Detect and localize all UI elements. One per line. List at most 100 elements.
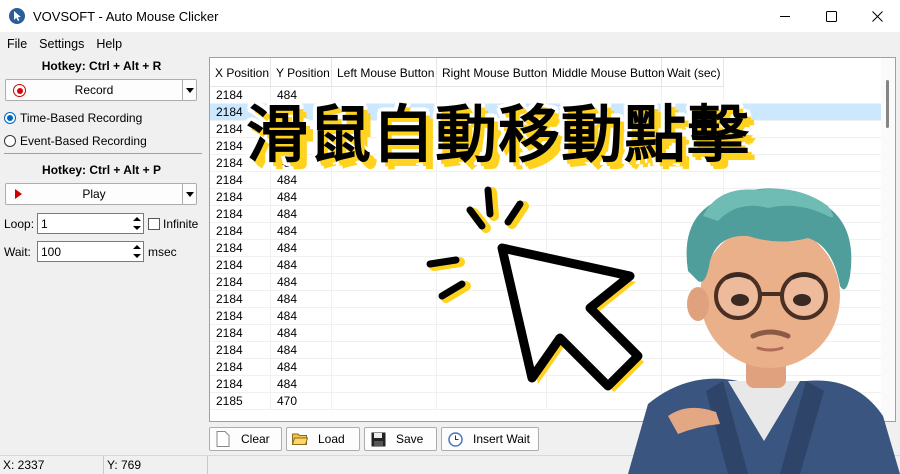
open-folder-icon	[292, 431, 308, 447]
increment-arrow-icon[interactable]	[132, 244, 141, 249]
record-button[interactable]: Record	[5, 79, 197, 101]
record-icon	[13, 84, 26, 97]
load-button[interactable]: Load	[286, 427, 360, 451]
load-button-label: Load	[318, 432, 345, 446]
insert-wait-button-label: Insert Wait	[473, 432, 530, 446]
menu-bar: File Settings Help	[0, 33, 900, 55]
wait-stepper[interactable]	[130, 242, 143, 261]
cell-x-position[interactable]: 2184	[210, 223, 271, 240]
cell-y-position[interactable]: 484	[271, 274, 332, 291]
maximize-icon	[825, 10, 837, 22]
table-cell[interactable]	[332, 257, 437, 274]
grid-header: X Position Y Position Left Mouse Button …	[210, 58, 724, 87]
table-cell[interactable]	[332, 325, 437, 342]
save-button-label: Save	[396, 432, 424, 446]
table-cell[interactable]	[332, 359, 437, 376]
cell-x-position[interactable]: 2184	[210, 291, 271, 308]
table-cell[interactable]	[332, 393, 437, 410]
table-cell[interactable]	[332, 308, 437, 325]
table-cell[interactable]	[332, 376, 437, 393]
cell-y-position[interactable]: 484	[271, 291, 332, 308]
scrollbar-thumb[interactable]	[886, 80, 889, 128]
maximize-button[interactable]	[808, 0, 854, 32]
column-header-middle-mouse-button[interactable]: Middle Mouse Button	[547, 58, 665, 87]
close-button[interactable]	[854, 0, 900, 32]
menu-help[interactable]: Help	[90, 37, 128, 51]
column-header-left-mouse-button[interactable]: Left Mouse Button	[332, 58, 437, 87]
checkbox-icon[interactable]	[148, 218, 160, 230]
table-cell[interactable]	[332, 206, 437, 223]
column-header-right-mouse-button[interactable]: Right Mouse Button	[437, 58, 547, 87]
loop-spinbox[interactable]: 1	[37, 213, 144, 234]
increment-arrow-icon[interactable]	[132, 216, 141, 221]
cell-y-position[interactable]: 484	[271, 257, 332, 274]
wait-spinbox[interactable]: 100	[37, 241, 144, 262]
cell-x-position[interactable]: 2185	[210, 393, 271, 410]
cell-x-position[interactable]: 2184	[210, 359, 271, 376]
column-header-wait[interactable]: Wait (sec)	[662, 58, 724, 87]
decrement-arrow-icon[interactable]	[132, 254, 141, 259]
cell-x-position[interactable]: 2184	[210, 189, 271, 206]
menu-file[interactable]: File	[0, 37, 33, 51]
radio-unselected-icon[interactable]	[4, 135, 16, 147]
cell-x-position[interactable]: 2184	[210, 240, 271, 257]
table-cell[interactable]	[332, 172, 437, 189]
cell-x-position[interactable]: 2184	[210, 257, 271, 274]
radio-selected-icon[interactable]	[4, 112, 16, 124]
decrement-arrow-icon[interactable]	[132, 226, 141, 231]
time-based-recording-option[interactable]: Time-Based Recording	[4, 111, 142, 125]
table-cell[interactable]	[332, 240, 437, 257]
clock-icon	[447, 431, 463, 447]
bottom-toolbar: Clear Load Save Insert Wait	[209, 427, 543, 451]
cell-y-position[interactable]: 484	[271, 308, 332, 325]
cell-y-position[interactable]: 484	[271, 189, 332, 206]
divider	[4, 153, 202, 154]
record-hotkey-label: Hotkey: Ctrl + Alt + R	[41, 59, 162, 73]
table-cell[interactable]	[332, 291, 437, 308]
cell-x-position[interactable]: 2184	[210, 376, 271, 393]
cell-x-position[interactable]: 2184	[210, 308, 271, 325]
save-button[interactable]: Save	[364, 427, 437, 451]
clear-button-label: Clear	[241, 432, 270, 446]
table-cell[interactable]	[332, 274, 437, 291]
cell-y-position[interactable]: 484	[271, 223, 332, 240]
insert-wait-button[interactable]: Insert Wait	[441, 427, 539, 451]
record-dropdown-arrow-icon[interactable]	[182, 80, 196, 100]
loop-value[interactable]: 1	[38, 217, 130, 231]
wait-value[interactable]: 100	[38, 245, 130, 259]
event-based-recording-label: Event-Based Recording	[20, 134, 147, 148]
window-title: VOVSOFT - Auto Mouse Clicker	[33, 8, 219, 24]
cell-x-position[interactable]: 2184	[210, 206, 271, 223]
cell-x-position[interactable]: 2184	[210, 274, 271, 291]
cell-x-position[interactable]: 2184	[210, 325, 271, 342]
column-header-x-position[interactable]: X Position	[210, 58, 271, 87]
cell-y-position[interactable]: 470	[271, 393, 332, 410]
table-cell[interactable]	[332, 342, 437, 359]
table-cell[interactable]	[332, 223, 437, 240]
cell-x-position[interactable]: 2184	[210, 172, 271, 189]
cell-y-position[interactable]: 484	[271, 376, 332, 393]
minimize-button[interactable]	[762, 0, 808, 32]
cell-y-position[interactable]: 484	[271, 240, 332, 257]
overlay-title: 滑鼠自動移動點擊	[246, 98, 751, 171]
table-cell[interactable]	[332, 189, 437, 206]
play-dropdown-arrow-icon[interactable]	[182, 184, 196, 204]
infinite-label: Infinite	[163, 217, 199, 231]
clear-button[interactable]: Clear	[209, 427, 282, 451]
blank-page-icon	[215, 431, 231, 447]
title-bar: VOVSOFT - Auto Mouse Clicker	[0, 0, 900, 32]
loop-stepper[interactable]	[130, 214, 143, 233]
cell-y-position[interactable]: 484	[271, 325, 332, 342]
play-button[interactable]: Play	[5, 183, 197, 205]
cell-x-position[interactable]: 2184	[210, 342, 271, 359]
infinite-checkbox[interactable]: Infinite	[148, 217, 198, 231]
cell-y-position[interactable]: 484	[271, 172, 332, 189]
control-panel: Hotkey: Ctrl + Alt + R Record Time-Based…	[0, 56, 205, 454]
cell-y-position[interactable]: 484	[271, 342, 332, 359]
event-based-recording-option[interactable]: Event-Based Recording	[4, 134, 147, 148]
cell-y-position[interactable]: 484	[271, 359, 332, 376]
menu-settings[interactable]: Settings	[33, 37, 90, 51]
cell-y-position[interactable]: 484	[271, 206, 332, 223]
minimize-icon	[779, 15, 790, 17]
column-header-y-position[interactable]: Y Position	[271, 58, 332, 87]
